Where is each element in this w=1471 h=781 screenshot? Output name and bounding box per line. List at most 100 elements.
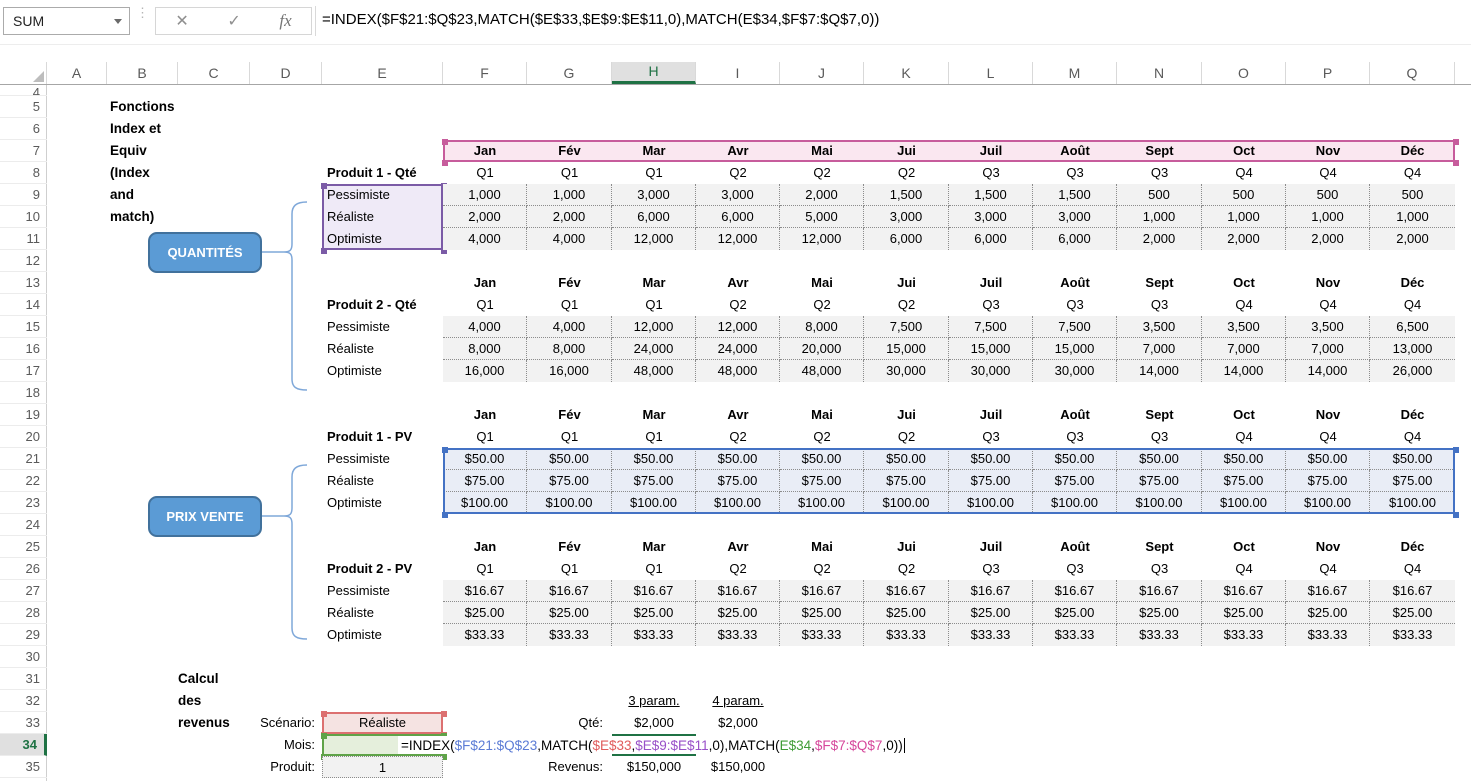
month-header-Déc-t2[interactable]: Déc	[1370, 272, 1455, 294]
cell-L28[interactable]: $25.00	[949, 602, 1033, 624]
column-header-K[interactable]: K	[864, 62, 949, 84]
quarter-cell-t2-7[interactable]: Q3	[949, 294, 1033, 316]
month-header-Déc-t1[interactable]: Déc	[1370, 140, 1455, 162]
row-header-27[interactable]: 27	[0, 580, 47, 602]
month-header-Déc-t4[interactable]: Déc	[1370, 536, 1455, 558]
quarter-cell-t3-8[interactable]: Q3	[1033, 426, 1117, 448]
quarter-cell-t2-12[interactable]: Q4	[1370, 294, 1455, 316]
cell-G29[interactable]: $33.33	[527, 624, 612, 646]
cell-M9[interactable]: 1,500	[1033, 184, 1117, 206]
quarter-cell-t3-5[interactable]: Q2	[780, 426, 864, 448]
scenario-label-Réaliste-t2[interactable]: Réaliste	[322, 338, 443, 360]
cell-Q15[interactable]: 6,500	[1370, 316, 1455, 338]
month-header-Fév-t1[interactable]: Fév	[527, 140, 612, 162]
quarter-cell-t2-8[interactable]: Q3	[1033, 294, 1117, 316]
month-header-Sept-t4[interactable]: Sept	[1117, 536, 1202, 558]
cell-F17[interactable]: 16,000	[443, 360, 527, 382]
column-header-N[interactable]: N	[1117, 62, 1202, 84]
cell-I29[interactable]: $33.33	[696, 624, 780, 646]
month-header-Juil-t1[interactable]: Juil	[949, 140, 1033, 162]
cell-F10[interactable]: 2,000	[443, 206, 527, 228]
quarter-cell-t1-12[interactable]: Q4	[1370, 162, 1455, 184]
row-header-11[interactable]: 11	[0, 228, 47, 250]
cell-J27[interactable]: $16.67	[780, 580, 864, 602]
quarter-cell-t1-10[interactable]: Q4	[1202, 162, 1286, 184]
cell-F15[interactable]: 4,000	[443, 316, 527, 338]
revenus-label[interactable]: Revenus:	[527, 756, 608, 778]
cell-I15[interactable]: 12,000	[696, 316, 780, 338]
quarter-cell-t2-5[interactable]: Q2	[780, 294, 864, 316]
scenario-label-Pessimiste-t1[interactable]: Pessimiste	[322, 184, 443, 206]
cell-G10[interactable]: 2,000	[527, 206, 612, 228]
cell-M15[interactable]: 7,500	[1033, 316, 1117, 338]
column-header-M[interactable]: M	[1033, 62, 1117, 84]
quarter-cell-t3-1[interactable]: Q1	[443, 426, 527, 448]
col-3param-header[interactable]: 3 param.	[612, 690, 696, 712]
cell-M17[interactable]: 30,000	[1033, 360, 1117, 382]
month-header-Août-t2[interactable]: Août	[1033, 272, 1117, 294]
month-header-Mar-t4[interactable]: Mar	[612, 536, 696, 558]
quarter-cell-t4-12[interactable]: Q4	[1370, 558, 1455, 580]
cell-O17[interactable]: 14,000	[1202, 360, 1286, 382]
month-header-Jui-t4[interactable]: Jui	[864, 536, 949, 558]
cell-I10[interactable]: 6,000	[696, 206, 780, 228]
month-header-Nov-t3[interactable]: Nov	[1286, 404, 1370, 426]
quarter-cell-t4-9[interactable]: Q3	[1117, 558, 1202, 580]
column-header-L[interactable]: L	[949, 62, 1033, 84]
cell-O29[interactable]: $33.33	[1202, 624, 1286, 646]
month-header-Oct-t3[interactable]: Oct	[1202, 404, 1286, 426]
cell-P11[interactable]: 2,000	[1286, 228, 1370, 250]
cell-L15[interactable]: 7,500	[949, 316, 1033, 338]
month-header-Mai-t1[interactable]: Mai	[780, 140, 864, 162]
cell-M29[interactable]: $33.33	[1033, 624, 1117, 646]
cell-F11[interactable]: 4,000	[443, 228, 527, 250]
cell-K17[interactable]: 30,000	[864, 360, 949, 382]
row-header-12[interactable]: 12	[0, 250, 47, 272]
qte-3param-cell[interactable]: $2,000	[612, 712, 696, 734]
row-header-24[interactable]: 24	[0, 514, 47, 536]
month-header-Mar-t1[interactable]: Mar	[612, 140, 696, 162]
sheet-title[interactable]: Fonctions Index et Equiv (Index and matc…	[110, 96, 175, 118]
col-4param-header[interactable]: 4 param.	[696, 690, 780, 712]
row-header-22[interactable]: 22	[0, 470, 47, 492]
cell-L16[interactable]: 15,000	[949, 338, 1033, 360]
row-header-16[interactable]: 16	[0, 338, 47, 360]
cell-F9[interactable]: 1,000	[443, 184, 527, 206]
cell-G11[interactable]: 4,000	[527, 228, 612, 250]
row-header-29[interactable]: 29	[0, 624, 47, 646]
quarter-cell-t3-7[interactable]: Q3	[949, 426, 1033, 448]
cell-O28[interactable]: $25.00	[1202, 602, 1286, 624]
scenario-label-Réaliste-t4[interactable]: Réaliste	[322, 602, 443, 624]
row-header-7[interactable]: 7	[0, 140, 47, 162]
scenario-label-Pessimiste-t4[interactable]: Pessimiste	[322, 580, 443, 602]
quarter-cell-t1-3[interactable]: Q1	[612, 162, 696, 184]
quarter-cell-t1-11[interactable]: Q4	[1286, 162, 1370, 184]
cell-H29[interactable]: $33.33	[612, 624, 696, 646]
month-header-Fév-t2[interactable]: Fév	[527, 272, 612, 294]
quarter-cell-t1-7[interactable]: Q3	[949, 162, 1033, 184]
row-header-31[interactable]: 31	[0, 668, 47, 690]
month-header-Jan-t2[interactable]: Jan	[443, 272, 527, 294]
scenario-label-Pessimiste-t3[interactable]: Pessimiste	[322, 448, 443, 470]
month-header-Sept-t2[interactable]: Sept	[1117, 272, 1202, 294]
cell-M28[interactable]: $25.00	[1033, 602, 1117, 624]
month-header-Nov-t1[interactable]: Nov	[1286, 140, 1370, 162]
month-header-Jui-t1[interactable]: Jui	[864, 140, 949, 162]
cell-J28[interactable]: $25.00	[780, 602, 864, 624]
column-header-D[interactable]: D	[250, 62, 322, 84]
month-header-Oct-t4[interactable]: Oct	[1202, 536, 1286, 558]
namebox-dropdown-icon[interactable]	[107, 19, 129, 24]
scenario-label-Pessimiste-t2[interactable]: Pessimiste	[322, 316, 443, 338]
month-header-Jan-t1[interactable]: Jan	[443, 140, 527, 162]
cell-Q10[interactable]: 1,000	[1370, 206, 1455, 228]
scenario-label-Optimiste-t3[interactable]: Optimiste	[322, 492, 443, 514]
cell-H9[interactable]: 3,000	[612, 184, 696, 206]
row-header-10[interactable]: 10	[0, 206, 47, 228]
cell-M10[interactable]: 3,000	[1033, 206, 1117, 228]
qte-4param-cell[interactable]: $2,000	[696, 712, 780, 734]
cell-P27[interactable]: $16.67	[1286, 580, 1370, 602]
quarter-cell-t4-5[interactable]: Q2	[780, 558, 864, 580]
cell-H10[interactable]: 6,000	[612, 206, 696, 228]
month-header-Fév-t4[interactable]: Fév	[527, 536, 612, 558]
cell-F29[interactable]: $33.33	[443, 624, 527, 646]
